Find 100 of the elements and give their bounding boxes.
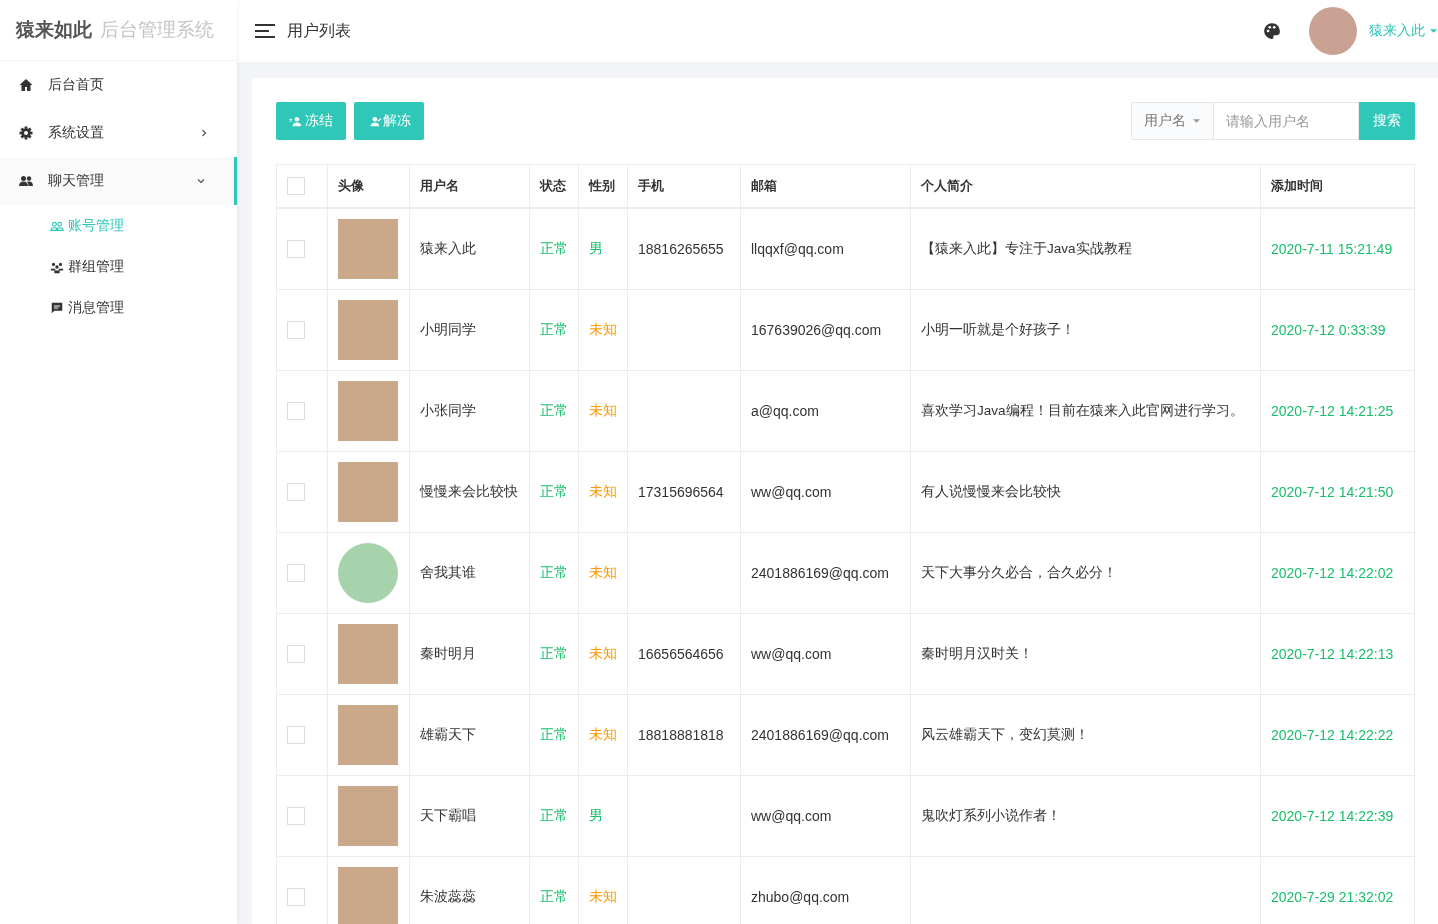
bio-text: 鬼吹灯系列小说作者！ — [921, 808, 1061, 823]
username-text: 舍我其谁 — [420, 565, 476, 580]
email-text: ww@qq.com — [751, 808, 832, 824]
bio-text: 喜欢学习Java编程！目前在猿来入此官网进行学习。 — [921, 403, 1244, 418]
sidebar-subitem[interactable]: 群组管理 — [0, 246, 237, 287]
sidebar-item[interactable]: 系统设置 — [0, 109, 237, 157]
username-text: 秦时明月 — [420, 646, 476, 661]
row-checkbox[interactable] — [287, 888, 305, 906]
username-text: 慢慢来会比较快 — [420, 484, 518, 499]
photo-placeholder — [338, 867, 398, 924]
gender-text: 未知 — [589, 565, 617, 580]
bio-text: 天下大事分久必合，合久必分！ — [921, 565, 1117, 580]
status-text: 正常 — [540, 484, 568, 499]
row-checkbox[interactable] — [287, 321, 305, 339]
row-checkbox[interactable] — [287, 564, 305, 582]
gender-text: 男 — [589, 241, 603, 256]
email-text: 167639026@qq.com — [751, 322, 882, 338]
photo-placeholder — [338, 624, 398, 684]
email-text: llqqxf@qq.com — [751, 241, 844, 257]
bio-text: 小明一听就是个好孩子！ — [921, 322, 1075, 337]
status-text: 正常 — [540, 565, 568, 580]
email-text: a@qq.com — [751, 403, 819, 419]
select-all-checkbox[interactable] — [287, 177, 305, 195]
username-text: 雄霸天下 — [420, 727, 476, 742]
email-text: 2401886169@qq.com — [751, 565, 889, 581]
status-text: 正常 — [540, 646, 568, 661]
search-type-dropdown[interactable]: 用户名 — [1131, 102, 1214, 140]
column-header: 添加时间 — [1271, 178, 1323, 193]
caret-icon — [1192, 118, 1201, 124]
column-header: 用户名 — [420, 178, 459, 193]
gender-text: 未知 — [589, 889, 617, 904]
photo-placeholder — [338, 300, 398, 360]
gender-text: 未知 — [589, 484, 617, 499]
gender-text: 未知 — [589, 646, 617, 661]
avatar-circle — [338, 543, 398, 603]
date-text: 2020-7-12 14:22:22 — [1271, 727, 1394, 743]
caret-icon — [1429, 28, 1438, 34]
bio-text: 【猿来入此】专注于Java实战教程 — [921, 241, 1132, 256]
email-text: 2401886169@qq.com — [751, 727, 889, 743]
column-header: 头像 — [338, 178, 364, 193]
status-text: 正常 — [540, 322, 568, 337]
sidebar-item[interactable]: 后台首页 — [0, 61, 237, 109]
row-checkbox[interactable] — [287, 807, 305, 825]
menu-icon[interactable] — [255, 24, 275, 38]
logo-text: 猿来如此 — [16, 18, 92, 42]
row-checkbox[interactable] — [287, 726, 305, 744]
gender-text: 男 — [589, 808, 603, 823]
date-text: 2020-7-12 14:21:25 — [1271, 403, 1394, 419]
chevron-icon — [196, 176, 206, 186]
sidebar-item[interactable]: 聊天管理 — [0, 157, 237, 205]
row-checkbox[interactable] — [287, 240, 305, 258]
photo-placeholder — [338, 786, 398, 846]
username-text: 小张同学 — [420, 403, 476, 418]
phone-text: 17315696564 — [638, 484, 724, 500]
date-text: 2020-7-29 21:32:02 — [1271, 889, 1394, 905]
date-text: 2020-7-11 15:21:49 — [1271, 241, 1393, 257]
status-text: 正常 — [540, 403, 568, 418]
bio-text: 有人说慢慢来会比较快 — [921, 484, 1061, 499]
page-title: 用户列表 — [287, 20, 351, 41]
photo-placeholder — [338, 219, 398, 279]
date-text: 2020-7-12 14:22:39 — [1271, 808, 1394, 824]
date-text: 2020-7-12 14:22:02 — [1271, 565, 1394, 581]
username-text: 猿来入此 — [420, 241, 476, 256]
username-text: 天下霸唱 — [420, 808, 476, 823]
search-field[interactable]: 请输入用户名 — [1214, 102, 1359, 140]
sidebar-subitem[interactable]: 消息管理 — [0, 287, 237, 328]
column-header: 个人简介 — [921, 178, 973, 193]
phone-text: 16656564656 — [638, 646, 724, 662]
status-text: 正常 — [540, 727, 568, 742]
date-text: 2020-7-12 0:33:39 — [1271, 322, 1386, 338]
column-header: 邮箱 — [751, 178, 777, 193]
column-header: 状态 — [540, 178, 566, 193]
email-text: zhubo@qq.com — [751, 889, 850, 905]
gender-text: 未知 — [589, 403, 617, 418]
date-text: 2020-7-12 14:21:50 — [1271, 484, 1394, 500]
status-text: 正常 — [540, 808, 568, 823]
row-checkbox[interactable] — [287, 645, 305, 663]
status-text: 正常 — [540, 241, 568, 256]
email-text: ww@qq.com — [751, 484, 832, 500]
date-text: 2020-7-12 14:22:13 — [1271, 646, 1394, 662]
chat-icon — [50, 300, 64, 315]
username-text: 朱波蕊蕊 — [420, 889, 476, 904]
palette-icon[interactable] — [1263, 22, 1281, 40]
gender-text: 未知 — [589, 322, 617, 337]
settings-icon — [18, 125, 34, 141]
chevron-icon — [199, 128, 209, 138]
row-checkbox[interactable] — [287, 483, 305, 501]
home-icon — [18, 77, 34, 93]
people-icon — [18, 173, 34, 189]
username-text: 小明同学 — [420, 322, 476, 337]
status-text: 正常 — [540, 889, 568, 904]
bio-text: 风云雄霸天下，变幻莫测！ — [921, 727, 1089, 742]
row-checkbox[interactable] — [287, 402, 305, 420]
column-header: 性别 — [589, 178, 615, 193]
phone-text: 18818881818 — [638, 727, 724, 743]
photo-placeholder — [338, 462, 398, 522]
column-header: 手机 — [638, 178, 664, 193]
phone-text: 18816265655 — [638, 241, 724, 257]
avatar-photo-placeholder[interactable] — [1309, 7, 1357, 55]
photo-placeholder — [338, 705, 398, 765]
